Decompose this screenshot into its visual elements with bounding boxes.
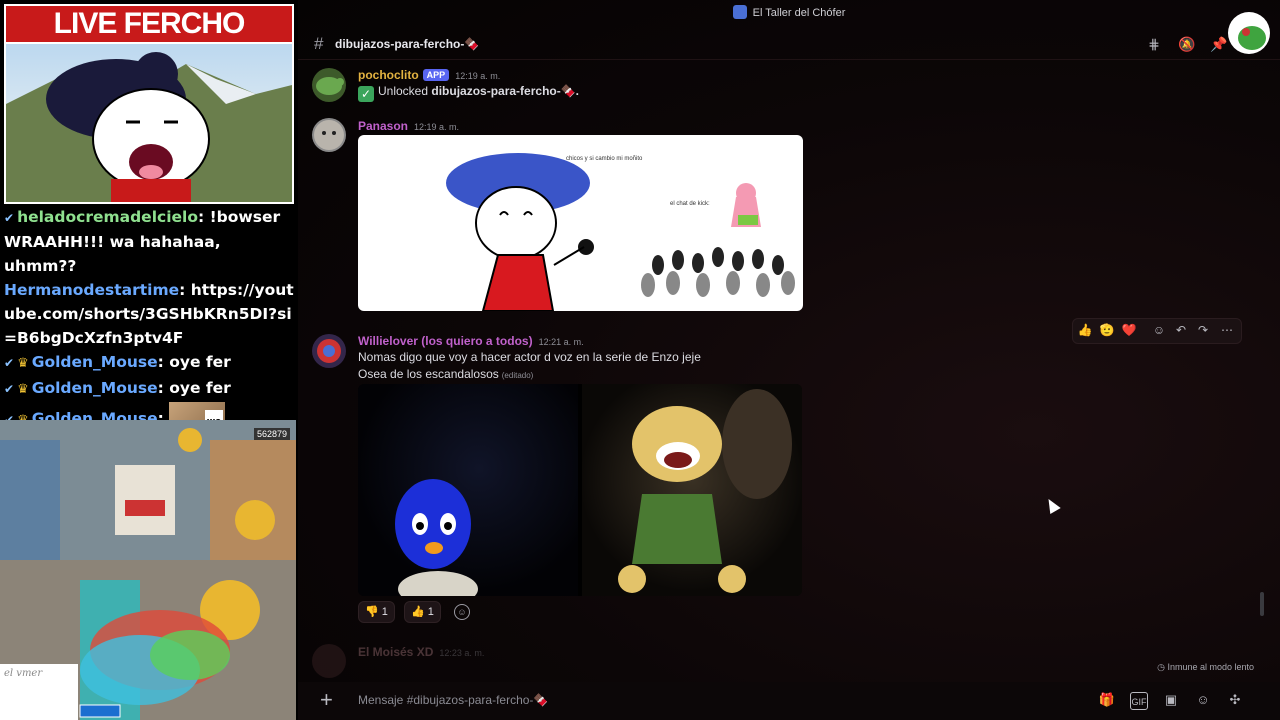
stopwatch-icon: ◷ xyxy=(1157,662,1165,672)
turtle-avatar[interactable] xyxy=(312,68,346,102)
plus-icon[interactable]: + xyxy=(320,688,333,712)
thumbs-down-icon: 👎 xyxy=(365,606,379,618)
chat-username: Golden_Mouse xyxy=(31,379,158,397)
author-name[interactable]: pochoclito xyxy=(358,68,419,82)
chat-text: oye fer xyxy=(169,379,231,397)
apps-icon[interactable]: ✣ xyxy=(1226,692,1244,710)
title-bar: El Taller del Chófer xyxy=(298,0,1280,26)
author-name[interactable]: Panason xyxy=(358,119,408,133)
channel-header: # dibujazos-para-fercho-🍫 ⋕ 🔕 📌 xyxy=(298,28,1280,60)
chat-message: ✔ ♛ Golden_Mouse: oye fer xyxy=(4,379,231,397)
message-composer: + Mensaje #dibujazos-para-fercho-🍫 🎁 GIF… xyxy=(298,682,1280,720)
chat-username: heladocremadelcielo xyxy=(17,208,198,226)
thumbs-up-reaction-button[interactable]: 👍 xyxy=(1077,323,1093,339)
crown-icon: ♛ xyxy=(17,382,29,397)
mute-bell-icon[interactable]: 🔕 xyxy=(1178,36,1195,52)
drawing-caption-1: chicos y si cambio mi moñito xyxy=(566,156,643,162)
sword-icon: ✔ xyxy=(4,356,15,370)
more-options-icon[interactable]: ⋯ xyxy=(1219,323,1235,339)
message-hover-toolbar: 👍 🫡 ❤️ ☺ ↶ ↷ ⋯ xyxy=(1072,318,1242,344)
game-score: 562879 xyxy=(253,428,290,440)
sticker-icon[interactable]: ▣ xyxy=(1162,692,1180,710)
reaction-count: 1 xyxy=(381,606,388,618)
crown-icon: ♛ xyxy=(17,356,29,371)
message-time: 12:19 a. m. xyxy=(455,71,501,81)
sword-icon: ✔ xyxy=(4,382,15,396)
thumbs-up-reaction[interactable]: 👍 1 xyxy=(404,601,441,623)
user-avatar[interactable] xyxy=(1228,12,1270,54)
edited-label: (editado) xyxy=(501,371,534,380)
message-time: 12:21 a. m. xyxy=(538,337,584,347)
penguin-image[interactable] xyxy=(358,384,578,596)
add-reaction-icon[interactable]: ☺ xyxy=(454,604,470,620)
panason-avatar[interactable] xyxy=(312,118,346,152)
bunny-image[interactable] xyxy=(582,384,802,596)
message-line-2: Osea de los escandalosos (editado) xyxy=(358,367,533,381)
drawing-attachment[interactable]: chicos y si cambio mi moñito el chat de … xyxy=(358,135,803,311)
message-text: Osea de los escandalosos xyxy=(358,367,499,381)
message-line-1: Nomas digo que voy a hacer actor d voz e… xyxy=(358,350,701,364)
signature-panel: el vmer xyxy=(0,664,78,720)
author-name[interactable]: El Moisés XD xyxy=(358,645,433,659)
message-input[interactable]: Mensaje #dibujazos-para-fercho-🍫 xyxy=(358,693,548,707)
moises-avatar[interactable] xyxy=(312,644,346,678)
thumbs-up-icon: 👍 xyxy=(411,606,425,618)
unlocked-label: Unlocked xyxy=(378,84,429,98)
sword-icon: ✔ xyxy=(4,211,15,225)
webcam-avatar xyxy=(4,44,294,204)
message-body: ✓ Unlocked dibujazos-para-fercho-🍫. xyxy=(358,84,579,102)
chat-message: ✔ ♛ Golden_Mouse: oye fer xyxy=(4,353,231,371)
message-time: 12:19 a. m. xyxy=(414,122,460,132)
mouse-cursor xyxy=(1043,495,1061,515)
emoji-icon[interactable]: ☺ xyxy=(1194,692,1212,710)
forward-icon[interactable]: ↷ xyxy=(1195,323,1211,339)
reaction-count: 1 xyxy=(427,606,434,618)
message-header: Panason 12:19 a. m. xyxy=(358,119,459,133)
gif-icon[interactable]: GIF xyxy=(1130,692,1148,710)
chat-text: oye fer xyxy=(169,353,231,371)
drawing-caption-2: el chat de kick: xyxy=(670,201,710,207)
heart-reaction-button[interactable]: ❤️ xyxy=(1121,323,1137,339)
pin-icon[interactable]: 📌 xyxy=(1210,36,1227,52)
slowmode-text: Inmune al modo lento xyxy=(1167,662,1254,672)
message-header: Willielover (los quiero a todos) 12:21 a.… xyxy=(358,334,584,348)
slowmode-indicator: ◷ Inmune al modo lento xyxy=(1157,662,1254,673)
gift-icon[interactable]: 🎁 xyxy=(1098,692,1116,710)
scrollbar[interactable] xyxy=(1260,592,1264,616)
reply-icon[interactable]: ↶ xyxy=(1173,323,1189,339)
check-icon: ✓ xyxy=(358,86,374,102)
channel-name: dibujazos-para-fercho-🍫 xyxy=(335,37,480,51)
thumbs-down-reaction[interactable]: 👎 1 xyxy=(358,601,395,623)
stream-overlay: LIVE FERCHO REACTION ✔heladocremadelciel… xyxy=(0,0,298,720)
image-gallery xyxy=(358,384,802,596)
discord-window: El Taller del Chófer # dibujazos-para-fe… xyxy=(298,0,1280,720)
chat-message: ✔ heladocremadelcielo: !bowser WRAAHH!!! … xyxy=(4,208,281,275)
message-header: El Moisés XD 12:23 a. m. xyxy=(358,645,484,659)
threads-icon[interactable]: ⋕ xyxy=(1146,36,1162,52)
chat-message: Hermanodestartime: https://youtube.com/s… xyxy=(4,281,294,347)
salute-reaction-button[interactable]: 🫡 xyxy=(1099,323,1115,339)
stream-banner: LIVE FERCHO REACTION xyxy=(4,4,294,76)
server-title: El Taller del Chófer xyxy=(752,7,846,19)
stream-chat: ✔ heladocremadelcielo: !bowser WRAAHH!!! … xyxy=(0,205,298,436)
server-icon xyxy=(732,5,747,19)
message-time: 12:23 a. m. xyxy=(439,648,485,658)
author-name[interactable]: Willielover (los quiero a todos) xyxy=(358,334,533,348)
channel-mention[interactable]: dibujazos-para-fercho-🍫. xyxy=(431,84,579,98)
add-reaction-icon[interactable]: ☺ xyxy=(1151,323,1167,339)
hash-icon: # xyxy=(314,34,324,53)
chat-username: Golden_Mouse xyxy=(31,353,158,371)
message-header: pochoclito APP 12:19 a. m. xyxy=(358,68,500,82)
app-badge: APP xyxy=(422,69,450,81)
chat-username: Hermanodestartime xyxy=(4,281,180,299)
willie-avatar[interactable] xyxy=(312,334,346,368)
